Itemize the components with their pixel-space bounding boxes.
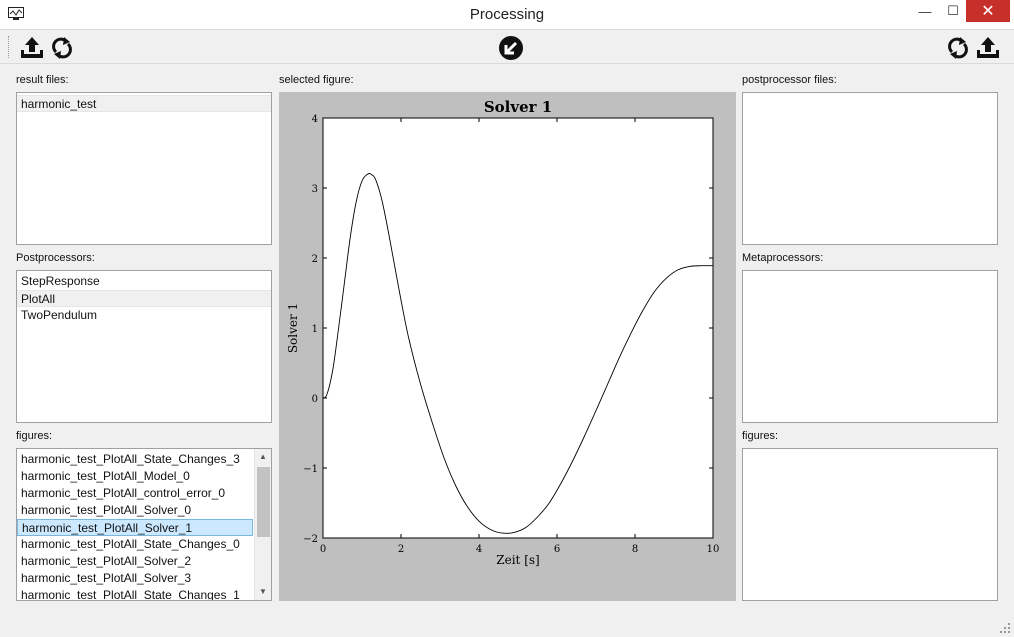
window-title: Processing — [469, 6, 545, 23]
plot-area — [322, 117, 714, 539]
y-tick-label: −2 — [303, 534, 318, 545]
status-bar — [0, 616, 1014, 637]
y-tick-label: 1 — [312, 324, 318, 335]
y-tick-label: −1 — [303, 464, 318, 475]
list-item[interactable]: StepResponse — [17, 273, 271, 290]
list-item[interactable]: harmonic_test_PlotAll_Solver_2 — [17, 553, 271, 570]
refresh-icon[interactable] — [49, 35, 75, 61]
list-item[interactable]: harmonic_test_PlotAll_Model_0 — [17, 468, 271, 485]
selected-figure-label: selected figure: — [279, 74, 354, 86]
x-tick-label: 6 — [554, 544, 560, 555]
postprocessors-list[interactable]: StepResponse PlotAll TwoPendulum — [16, 270, 272, 423]
list-item[interactable]: harmonic_test_PlotAll_Solver_3 — [17, 570, 271, 587]
figures-left-list[interactable]: harmonic_test_PlotAll_State_Changes_3 ha… — [16, 448, 272, 601]
postprocessors-label: Postprocessors: — [16, 252, 95, 264]
close-button[interactable]: ✕ — [966, 0, 1010, 22]
y-tick-label: 3 — [312, 184, 318, 195]
scroll-down-icon[interactable]: ▼ — [255, 584, 271, 600]
refresh-icon[interactable] — [945, 35, 971, 61]
result-files-list[interactable]: harmonic_test — [16, 92, 272, 245]
list-item[interactable]: harmonic_test_PlotAll_Solver_0 — [17, 502, 271, 519]
figures-left-label: figures: — [16, 430, 53, 442]
scroll-thumb[interactable] — [257, 467, 270, 537]
upload-icon[interactable] — [19, 35, 45, 61]
minimize-button[interactable]: — — [910, 0, 940, 22]
figures-right-label: figures: — [742, 430, 779, 442]
list-item[interactable]: PlotAll — [17, 290, 271, 307]
list-item[interactable]: harmonic_test_PlotAll_State_Changes_0 — [17, 536, 271, 553]
list-item[interactable]: TwoPendulum — [17, 307, 271, 324]
y-tick-label: 4 — [312, 114, 318, 125]
x-tick-label: 4 — [476, 544, 482, 555]
postprocessor-files-label: postprocessor files: — [742, 74, 837, 86]
list-item[interactable]: harmonic_test_PlotAll_State_Changes_1 — [17, 587, 271, 600]
y-tick-label: 2 — [312, 254, 318, 265]
list-item[interactable]: harmonic_test — [17, 95, 271, 112]
toolbar — [0, 31, 1014, 64]
x-tick-label: 8 — [632, 544, 638, 555]
resize-grip-icon[interactable] — [1000, 623, 1010, 633]
chart-title: Solver 1 — [484, 98, 552, 116]
upload-icon[interactable] — [975, 35, 1001, 61]
x-tick-label: 2 — [398, 544, 404, 555]
x-tick-label: 10 — [707, 544, 720, 555]
metaprocessors-list[interactable] — [742, 270, 998, 423]
chart: Solver 1 0 2 4 6 8 10 −2 −1 0 1 2 3 4 Zeit [s] Solve… — [286, 98, 720, 567]
list-item[interactable]: harmonic_test_PlotAll_control_error_0 — [17, 485, 271, 502]
maximize-button[interactable]: ☐ — [938, 0, 968, 22]
figure-canvas: Solver 1 0 2 4 6 8 10 −2 −1 0 1 2 3 4 Zeit [s] Solve… — [279, 92, 736, 601]
y-axis-label: Solver 1 — [286, 303, 300, 353]
result-files-label: result files: — [16, 74, 69, 86]
toolbar-grip — [8, 36, 11, 58]
vertical-scrollbar[interactable]: ▲ ▼ — [254, 449, 271, 600]
list-item[interactable]: harmonic_test_PlotAll_State_Changes_3 — [17, 451, 271, 468]
scroll-up-icon[interactable]: ▲ — [255, 449, 271, 465]
metaprocessors-label: Metaprocessors: — [742, 252, 824, 264]
x-axis-label: Zeit [s] — [496, 553, 539, 567]
figures-right-list[interactable] — [742, 448, 998, 601]
y-tick-label: 0 — [312, 394, 318, 405]
x-tick-label: 0 — [320, 544, 326, 555]
postprocessor-files-list[interactable] — [742, 92, 998, 245]
arrow-down-left-circle-icon[interactable] — [498, 35, 524, 61]
list-item-selected[interactable]: harmonic_test_PlotAll_Solver_1 — [17, 519, 253, 536]
title-bar: Processing — ☐ ✕ — [0, 0, 1014, 30]
